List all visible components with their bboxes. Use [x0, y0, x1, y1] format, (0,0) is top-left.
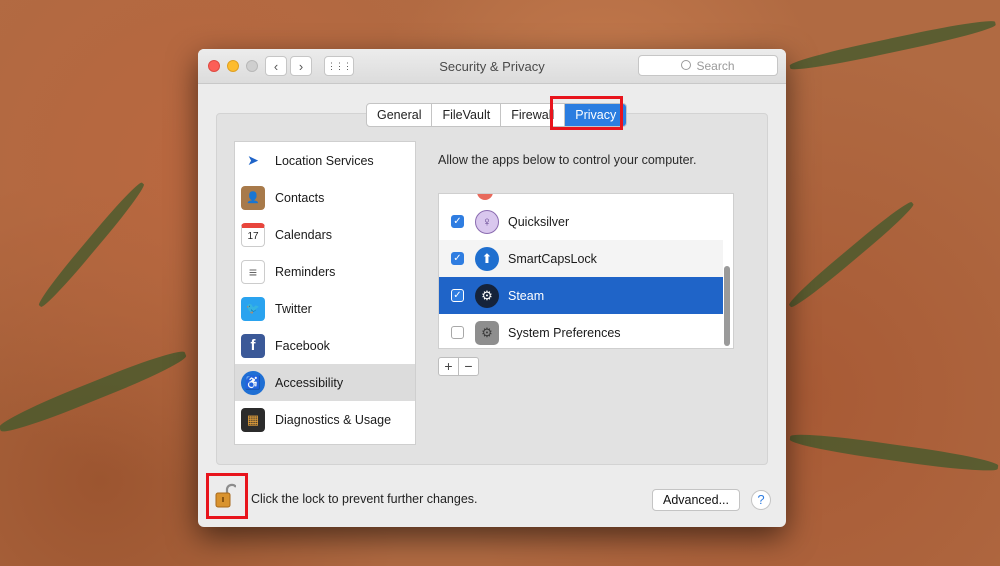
- accessibility-icon: ♿: [241, 370, 265, 395]
- privacy-category-list: ➤ Location Services 👤 Contacts 17 Calend…: [234, 141, 416, 445]
- app-name: System Preferences: [508, 325, 621, 340]
- security-privacy-window: ‹ › ⋮⋮⋮ Security & Privacy Search Genera…: [198, 49, 786, 527]
- location-arrow-icon: ➤: [247, 152, 259, 168]
- title-bar: ‹ › ⋮⋮⋮ Security & Privacy Search: [198, 49, 786, 84]
- steam-checkbox[interactable]: ✓: [451, 289, 464, 302]
- sidebar-item-label: Calendars: [275, 227, 332, 242]
- smartcapslock-icon: ⬆: [475, 246, 499, 271]
- sidebar-item-label: Location Services: [275, 153, 374, 168]
- grass-blade: [788, 430, 1000, 476]
- system-preferences-icon: ⚙: [475, 320, 499, 345]
- sidebar-item-reminders[interactable]: ≡ Reminders: [235, 253, 415, 290]
- sidebar-item-twitter[interactable]: 🐦 Twitter: [235, 290, 415, 327]
- lock-highlight: [206, 473, 248, 519]
- twitter-bird-icon: 🐦: [241, 296, 265, 321]
- reminders-icon: ≡: [241, 259, 265, 284]
- tab-general[interactable]: General: [367, 104, 433, 126]
- sidebar-item-label: Accessibility: [275, 375, 344, 390]
- sidebar-item-accessibility[interactable]: ♿ Accessibility: [235, 364, 415, 401]
- contacts-book-icon: 👤: [241, 185, 265, 210]
- list-item-smartcapslock[interactable]: ✓ ⬆ SmartCapsLock: [439, 240, 723, 277]
- privacy-tab-highlight: [550, 96, 623, 130]
- add-remove-controls: + −: [438, 357, 479, 376]
- list-item-system-preferences[interactable]: ⚙ System Preferences: [439, 314, 723, 348]
- grass-blade: [788, 16, 997, 74]
- sidebar-item-calendars[interactable]: 17 Calendars: [235, 216, 415, 253]
- advanced-button[interactable]: Advanced...: [652, 489, 740, 511]
- list-item-quicksilver[interactable]: ✓ ♀ Quicksilver: [439, 203, 723, 240]
- sidebar-item-label: Twitter: [275, 301, 312, 316]
- sidebar-item-location-services[interactable]: ➤ Location Services: [235, 142, 415, 179]
- app-name: Steam: [508, 288, 545, 303]
- calendar-icon: 17: [241, 222, 265, 247]
- sidebar-item-label: Reminders: [275, 264, 336, 279]
- sidebar-item-label: Facebook: [275, 338, 330, 353]
- grass-blade: [786, 198, 917, 311]
- allow-apps-description: Allow the apps below to control your com…: [438, 153, 697, 167]
- quicksilver-icon: ♀: [475, 209, 499, 234]
- grass-blade: [0, 345, 189, 438]
- smartcapslock-checkbox[interactable]: ✓: [451, 252, 464, 265]
- sidebar-item-label: Diagnostics & Usage: [275, 412, 392, 427]
- app-name: SmartCapsLock: [508, 251, 597, 266]
- grass-blade: [35, 179, 148, 310]
- facebook-icon: f: [241, 333, 265, 358]
- tab-filevault[interactable]: FileVault: [432, 104, 502, 126]
- lock-instruction: Click the lock to prevent further change…: [251, 492, 478, 506]
- diagnostics-icon: ▦: [241, 407, 265, 432]
- remove-app-button[interactable]: −: [459, 358, 478, 375]
- search-placeholder: Search: [696, 58, 735, 73]
- sidebar-item-contacts[interactable]: 👤 Contacts: [235, 179, 415, 216]
- list-item-steam[interactable]: ✓ ⚙ Steam: [439, 277, 723, 314]
- sidebar-item-facebook[interactable]: f Facebook: [235, 327, 415, 364]
- partial-app-icon: [477, 194, 493, 200]
- quicksilver-checkbox[interactable]: ✓: [451, 215, 464, 228]
- help-button[interactable]: ?: [751, 490, 771, 510]
- search-field[interactable]: Search: [638, 55, 778, 76]
- steam-icon: ⚙: [475, 283, 499, 308]
- sidebar-item-label: Contacts: [275, 190, 325, 205]
- app-list-scrollbar[interactable]: [724, 266, 730, 346]
- app-name: Quicksilver: [508, 214, 570, 229]
- search-icon: [681, 59, 692, 70]
- sidebar-item-diagnostics-usage[interactable]: ▦ Diagnostics & Usage: [235, 401, 415, 438]
- accessibility-detail-pane: Allow the apps below to control your com…: [424, 141, 750, 445]
- app-list: ✓ ♀ Quicksilver ✓ ⬆ SmartCapsLock ✓ ⚙ St…: [438, 193, 734, 349]
- system-preferences-checkbox[interactable]: [451, 326, 464, 339]
- add-app-button[interactable]: +: [439, 358, 459, 375]
